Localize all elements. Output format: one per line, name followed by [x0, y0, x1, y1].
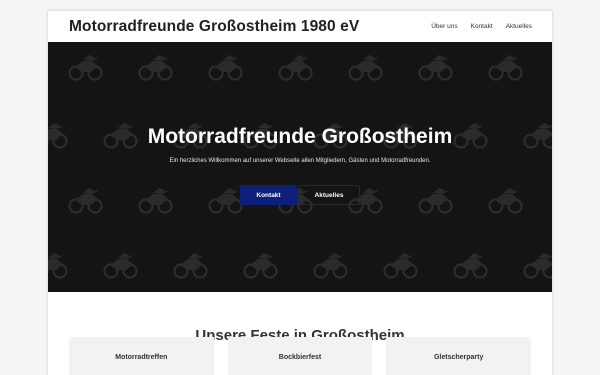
- site-title[interactable]: Motorradfreunde Großostheim 1980 eV: [69, 18, 359, 36]
- festival-cards: Motorradtreffen Bockbierfest Gletscherpa…: [69, 337, 532, 375]
- page: Motorradfreunde Großostheim 1980 eV Über…: [48, 11, 552, 375]
- hero-subtitle: Ein herzliches Willkommen auf unserer We…: [169, 158, 431, 164]
- nav-link-aktuelles[interactable]: Aktuelles: [506, 23, 532, 30]
- contact-button[interactable]: Kontakt: [240, 185, 297, 205]
- festival-card-gletscherparty[interactable]: Gletscherparty: [386, 337, 532, 375]
- hero-buttons: Kontakt Aktuelles: [48, 185, 552, 205]
- hero-section: Motorradfreunde Großostheim Ein herzlich…: [48, 42, 552, 292]
- header-navbar: Motorradfreunde Großostheim 1980 eV Über…: [48, 11, 552, 42]
- hero-title: Motorradfreunde Großostheim: [147, 125, 453, 148]
- hero-content: Motorradfreunde Großostheim Ein herzlich…: [48, 125, 552, 205]
- nav-link-ueber-uns[interactable]: Über uns: [431, 23, 457, 30]
- festival-card-motorradtreffen[interactable]: Motorradtreffen: [69, 337, 214, 375]
- news-button[interactable]: Aktuelles: [298, 185, 360, 205]
- nav-link-kontakt[interactable]: Kontakt: [471, 23, 493, 30]
- main-nav: Über uns Kontakt Aktuelles: [431, 23, 532, 30]
- festival-card-bockbierfest[interactable]: Bockbierfest: [227, 337, 373, 375]
